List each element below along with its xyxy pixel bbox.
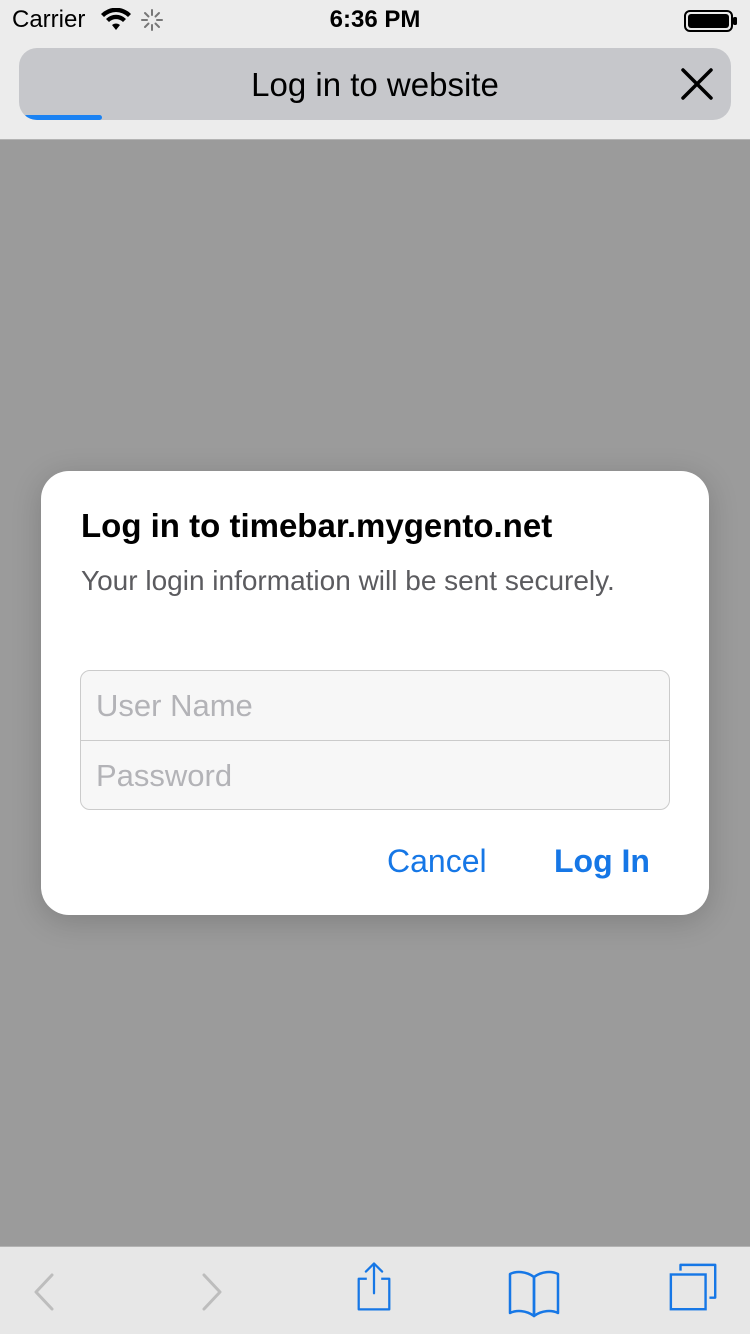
dialog-title: Log in to timebar.mygento.net	[81, 507, 553, 544]
back-icon[interactable]	[22, 1265, 78, 1319]
login-button[interactable]: Log In	[554, 843, 650, 880]
share-icon[interactable]	[346, 1259, 402, 1313]
page-load-progress	[19, 115, 731, 120]
browser-header: Log in to website	[0, 40, 750, 140]
battery-icon	[684, 10, 737, 32]
bookmarks-icon[interactable]	[506, 1265, 562, 1319]
username-field[interactable]	[81, 671, 669, 740]
password-field[interactable]	[81, 741, 669, 809]
bottom-toolbar	[0, 1246, 750, 1334]
cancel-button[interactable]: Cancel	[387, 843, 487, 880]
address-bar[interactable]: Log in to website	[19, 48, 731, 120]
status-time: 6:36 PM	[329, 6, 421, 33]
dialog-message: Your login information will be sent secu…	[81, 565, 615, 596]
page-title: Log in to website	[251, 66, 499, 103]
status-bar: Carrier 6:36 PM	[0, 0, 750, 40]
close-icon[interactable]	[679, 66, 715, 102]
tabs-icon[interactable]	[666, 1261, 722, 1315]
credential-fields	[80, 670, 670, 810]
progress-fill	[24, 115, 103, 120]
forward-icon[interactable]	[184, 1265, 240, 1319]
login-dialog: Log in to timebar.mygento.net Your login…	[41, 471, 709, 915]
